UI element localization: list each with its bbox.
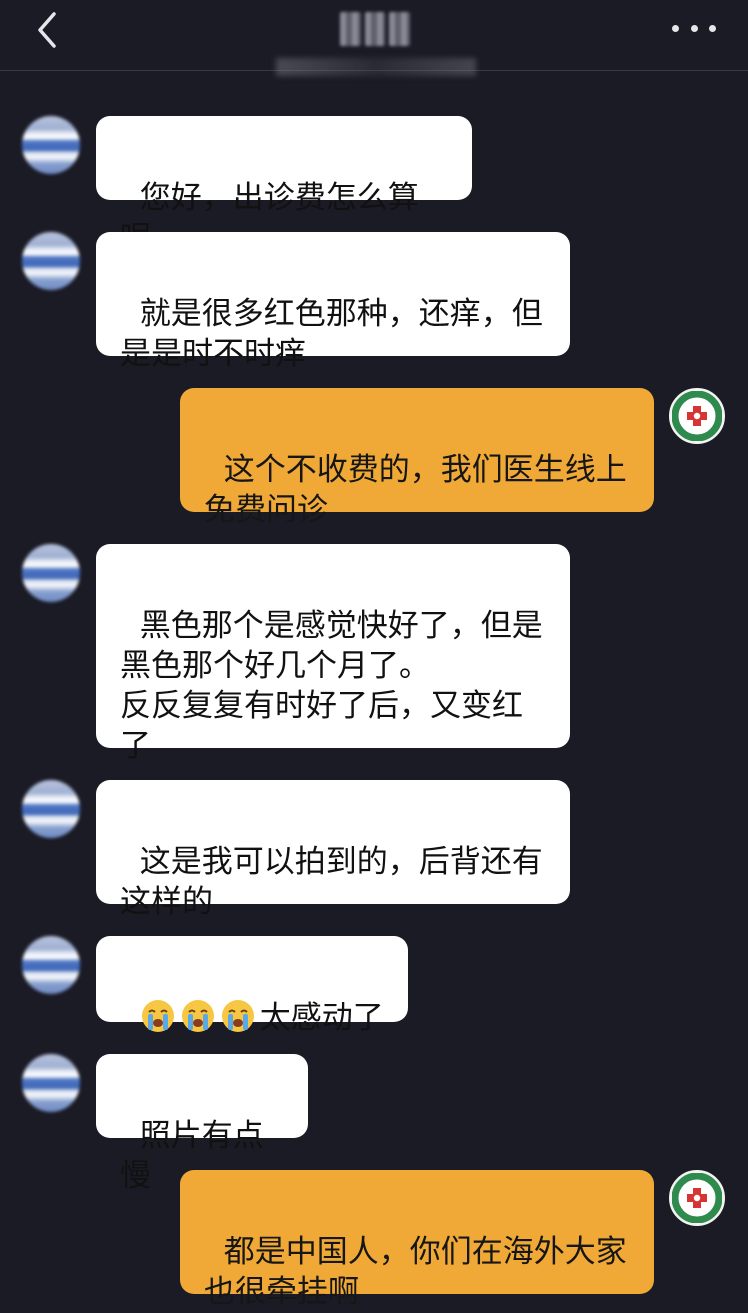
chevron-left-icon — [38, 12, 56, 48]
user-avatar[interactable] — [22, 1054, 80, 1112]
more-options-button[interactable] — [672, 18, 716, 38]
message-text: 黑色那个是感觉快好了，但是黑色那个好几个月了。 反反复复有时好了后，又变红了 — [120, 608, 543, 764]
loudly-crying-face-icon — [221, 1000, 254, 1032]
subtitle-obscured — [276, 58, 476, 76]
hospital-logo-icon — [672, 1173, 722, 1223]
message-text: 这是我可以拍到的，后背还有这样的 — [120, 844, 543, 920]
loudly-crying-face-icon — [181, 1000, 214, 1032]
message-bubble: 这是我可以拍到的，后背还有这样的 — [96, 780, 570, 920]
user-avatar[interactable] — [22, 936, 80, 994]
user-avatar[interactable] — [22, 544, 80, 602]
message-text: 太感动了 — [259, 1000, 384, 1036]
back-button[interactable] — [28, 10, 68, 50]
message-bubble: 您好，出诊费怎么算呢 — [96, 116, 472, 256]
loudly-crying-face-icon — [141, 1000, 174, 1032]
message-bubble-outgoing: 这个不收费的，我们医生线上免费问诊 — [180, 388, 654, 528]
message-text: 就是很多红色那种，还痒，但是是时不时痒 — [120, 296, 543, 372]
user-avatar[interactable] — [22, 116, 80, 174]
message-text: 都是中国人，你们在海外大家也很牵挂啊 — [204, 1234, 627, 1310]
hospital-logo-icon — [672, 391, 722, 441]
message-bubble: 黑色那个是感觉快好了，但是黑色那个好几个月了。 反反复复有时好了后，又变红了 — [96, 544, 570, 764]
message-bubble-outgoing: 都是中国人，你们在海外大家也很牵挂啊 — [180, 1170, 654, 1310]
hospital-avatar[interactable] — [669, 1170, 725, 1226]
user-avatar[interactable] — [22, 232, 80, 290]
user-avatar[interactable] — [22, 780, 80, 838]
message-bubble: 照片有点慢 — [96, 1054, 308, 1194]
hospital-avatar[interactable] — [669, 388, 725, 444]
chat-title-obscured — [340, 12, 411, 46]
message-bubble: 就是很多红色那种，还痒，但是是时不时痒 — [96, 232, 570, 372]
message-text: 这个不收费的，我们医生线上免费问诊 — [204, 452, 627, 528]
more-dots-icon — [672, 24, 679, 32]
message-bubble: 太感动了 — [96, 936, 408, 1036]
